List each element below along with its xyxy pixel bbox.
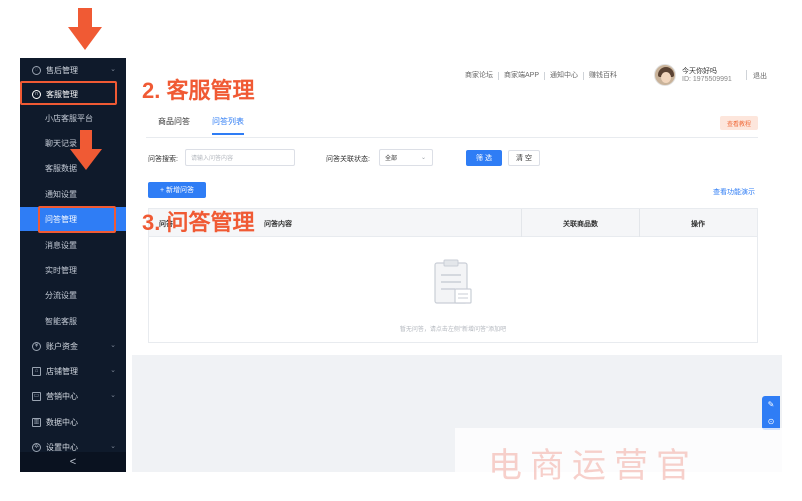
chevron-down-icon: ⌄ bbox=[110, 367, 116, 374]
user-name: 今天你好吗 bbox=[682, 68, 717, 75]
coin-icon: ¥ bbox=[32, 341, 41, 351]
column-divider bbox=[639, 209, 640, 237]
avatar-face bbox=[661, 72, 671, 83]
sidebar-item-store-management[interactable]: ⌂ 店铺管理 ⌄ bbox=[20, 359, 126, 383]
view-tutorial-button[interactable]: 查看教程 bbox=[720, 116, 758, 130]
page: ◌ 售后管理 ⌄ ∩ 客服管理 小店客服平台 聊天记录 客服数据 通知设置 问答… bbox=[0, 0, 802, 501]
annotation-step-2: 2. 客服管理 bbox=[142, 78, 255, 103]
annotation-step-3: 3. 问答管理 bbox=[142, 210, 255, 235]
sidebar-item-label: 店铺管理 bbox=[46, 366, 78, 376]
sidebar-item-realtime-management[interactable]: 实时管理 bbox=[20, 258, 126, 282]
empty-state-text: 暂无问答，请点击左侧"新增问答"添加吧 bbox=[399, 327, 507, 333]
sidebar-item-label: 设置中心 bbox=[46, 442, 78, 452]
annotation-highlight-qa-management bbox=[38, 206, 116, 233]
sidebar-item-label: 智能客服 bbox=[45, 316, 77, 326]
reset-button[interactable]: 清 空 bbox=[508, 150, 540, 166]
add-qa-button[interactable]: + 新增问答 bbox=[148, 182, 206, 198]
search-label: 问答搜索: bbox=[148, 156, 178, 163]
watermark-text: 电商运营官 bbox=[488, 446, 698, 486]
column-header-actions: 操作 bbox=[691, 221, 705, 228]
tab-divider bbox=[146, 137, 758, 138]
header-divider bbox=[746, 70, 747, 80]
sidebar-item-label: 通知设置 bbox=[45, 189, 77, 199]
header-link-app[interactable]: 商家端APP bbox=[499, 72, 545, 80]
user-id: ID: 1975509991 bbox=[682, 76, 732, 83]
gear-icon: ✲ bbox=[32, 442, 41, 452]
sidebar: ◌ 售后管理 ⌄ ∩ 客服管理 小店客服平台 聊天记录 客服数据 通知设置 问答… bbox=[20, 58, 126, 472]
chevron-down-icon: ⌄ bbox=[110, 342, 116, 349]
sidebar-item-label: 分流设置 bbox=[45, 290, 77, 300]
sidebar-item-notification-settings[interactable]: 通知设置 bbox=[20, 182, 126, 206]
sidebar-collapse-button[interactable]: < bbox=[20, 452, 126, 472]
sidebar-item-label: 售后管理 bbox=[46, 65, 78, 75]
annotation-highlight-customer-service bbox=[20, 81, 117, 105]
avatar[interactable] bbox=[654, 64, 676, 86]
shield-icon: ◌ bbox=[32, 65, 41, 75]
empty-document-icon bbox=[434, 259, 472, 304]
sidebar-item-label: 实时管理 bbox=[45, 265, 77, 275]
status-select-value: 全部 bbox=[385, 156, 398, 162]
tab-product-qa[interactable]: 商品问答 bbox=[158, 116, 190, 135]
chart-icon: ▥ bbox=[32, 417, 41, 427]
annotation-arrow-down-icon bbox=[68, 8, 102, 50]
annotation-arrow-down-icon bbox=[70, 130, 102, 170]
column-header-linked-products: 关联商品数 bbox=[563, 221, 598, 228]
sidebar-item-label: 数据中心 bbox=[46, 417, 78, 427]
sidebar-item-data-center[interactable]: ▥ 数据中心 bbox=[20, 410, 126, 434]
tab-qa-list[interactable]: 问答列表 bbox=[212, 116, 244, 135]
sidebar-item-label: 消息设置 bbox=[45, 240, 77, 250]
logout-link[interactable]: 退出 bbox=[753, 71, 767, 81]
header-link-notifications[interactable]: 通知中心 bbox=[545, 72, 584, 80]
store-icon: ⌂ bbox=[32, 366, 41, 376]
column-header-qa-content: 问答内容 bbox=[264, 221, 292, 228]
sidebar-item-shop-cs-platform[interactable]: 小店客服平台 bbox=[20, 106, 126, 130]
header-link-forum[interactable]: 商家论坛 bbox=[460, 72, 499, 80]
header-links: 商家论坛 商家端APP 通知中心 赚钱百科 bbox=[460, 72, 622, 80]
sidebar-item-after-sales[interactable]: ◌ 售后管理 ⌄ bbox=[20, 58, 126, 82]
header-link-wiki[interactable]: 赚钱百科 bbox=[584, 72, 622, 80]
sidebar-item-message-settings[interactable]: 消息设置 bbox=[20, 233, 126, 257]
help-icon[interactable]: ⊙ bbox=[768, 417, 775, 426]
monitor-icon: ▭ bbox=[32, 391, 41, 401]
view-demo-link[interactable]: 查看功能演示 bbox=[713, 187, 755, 197]
sidebar-item-label: 小店客服平台 bbox=[45, 113, 93, 123]
column-divider bbox=[521, 209, 522, 237]
chevron-down-icon: ⌄ bbox=[420, 155, 426, 161]
sidebar-item-label: 账户资金 bbox=[46, 341, 78, 351]
sidebar-item-marketing-center[interactable]: ▭ 营销中心 ⌄ bbox=[20, 384, 126, 408]
search-placeholder: 请输入问答内容 bbox=[191, 156, 234, 162]
sidebar-item-account-funds[interactable]: ¥ 账户资金 ⌄ bbox=[20, 334, 126, 358]
sidebar-item-label: 营销中心 bbox=[46, 391, 78, 401]
tab-bar: 商品问答 问答列表 bbox=[158, 116, 266, 135]
sidebar-item-smart-cs[interactable]: 智能客服 bbox=[20, 309, 126, 333]
qa-search-input[interactable]: 请输入问答内容 bbox=[185, 149, 295, 166]
filter-button[interactable]: 筛 选 bbox=[466, 150, 502, 166]
chevron-down-icon: ⌄ bbox=[110, 392, 116, 399]
edit-icon[interactable]: ✎ bbox=[768, 400, 775, 409]
chevron-down-icon: ⌄ bbox=[110, 443, 116, 450]
status-label: 问答关联状态: bbox=[326, 156, 370, 163]
status-select[interactable]: 全部 ⌄ bbox=[379, 149, 433, 166]
chevron-down-icon: ⌄ bbox=[110, 66, 116, 73]
floating-toolbar: ✎ ⊙ bbox=[762, 396, 780, 430]
sidebar-item-routing-settings[interactable]: 分流设置 bbox=[20, 283, 126, 307]
